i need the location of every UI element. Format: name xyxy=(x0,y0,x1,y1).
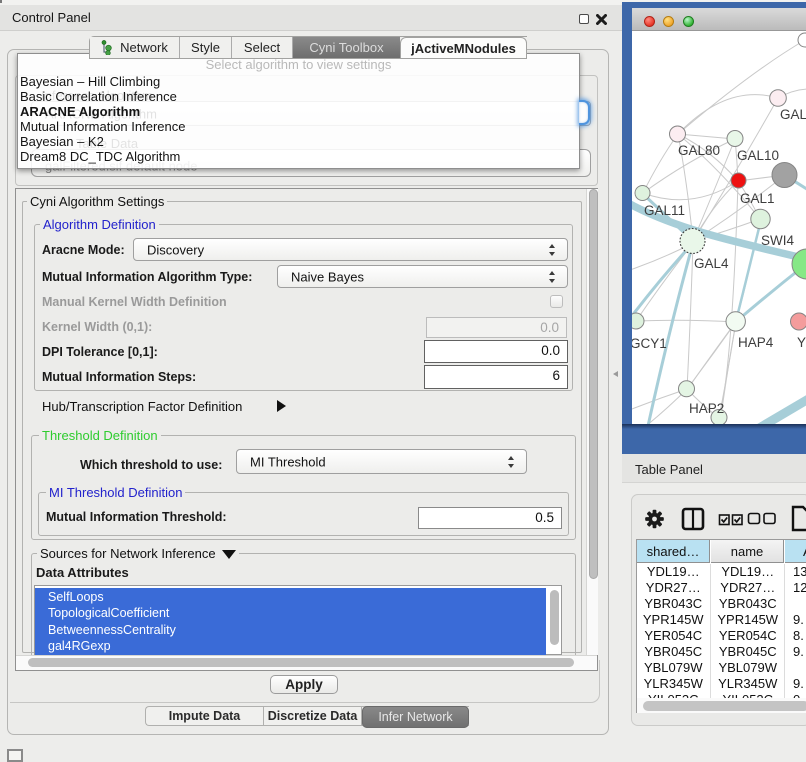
svg-text:GCY1: GCY1 xyxy=(632,336,667,351)
svg-text:HAP4: HAP4 xyxy=(738,335,774,350)
svg-text:GAL1: GAL1 xyxy=(740,191,775,206)
svg-text:GAL2: GAL2 xyxy=(780,107,806,122)
svg-text:GAL4: GAL4 xyxy=(694,256,729,271)
svg-text:SWI4: SWI4 xyxy=(761,233,794,248)
svg-text:HAP2: HAP2 xyxy=(689,401,724,416)
svg-text:GAL80: GAL80 xyxy=(678,143,720,158)
svg-text:GAL11: GAL11 xyxy=(644,203,685,218)
svg-text:GAL10: GAL10 xyxy=(737,148,779,163)
svg-text:YM: YM xyxy=(797,335,806,350)
